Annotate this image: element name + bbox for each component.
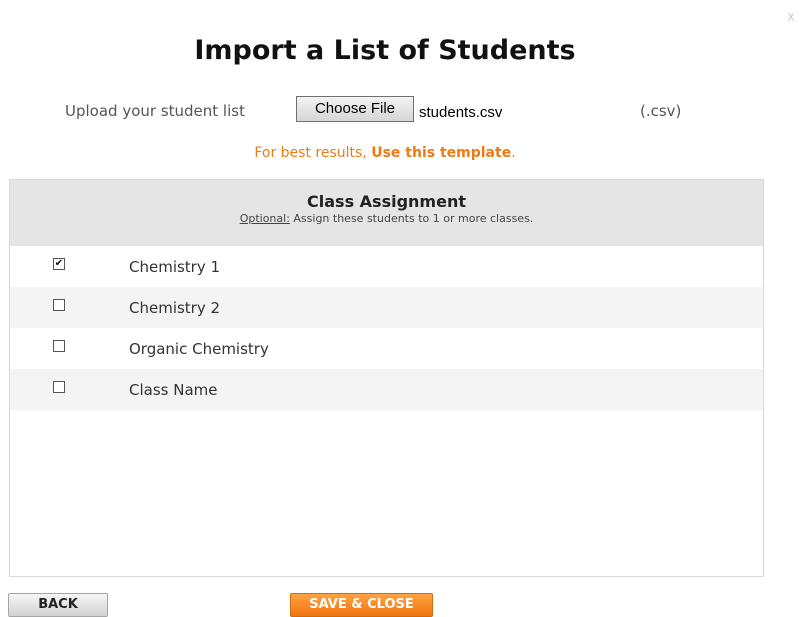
class-row[interactable]: Class Name [10,369,763,410]
class-assignment-panel: Class Assignment Optional: Assign these … [9,179,764,577]
class-label: Chemistry 2 [129,299,221,317]
save-and-close-button[interactable]: SAVE & CLOSE [290,593,433,617]
class-assignment-instructions: Optional: Assign these students to 1 or … [10,212,763,225]
upload-row: Upload your student list Choose File stu… [65,96,765,126]
optional-label: Optional: [239,212,290,225]
file-extension-hint: (.csv) [640,102,682,120]
class-row[interactable]: Organic Chemistry [10,328,763,369]
class-assignment-header: Class Assignment Optional: Assign these … [10,180,763,246]
class-label: Class Name [129,381,218,399]
class-checkbox[interactable] [53,381,65,393]
class-label: Organic Chemistry [129,340,269,358]
choose-file-button[interactable]: Choose File [296,96,414,122]
class-label: Chemistry 1 [129,258,221,276]
page-title: Import a List of Students [194,35,576,66]
template-prefix: For best results, [254,145,372,161]
class-checkbox[interactable] [53,340,65,352]
import-students-dialog: X Import a List of Students Upload your … [0,0,805,617]
use-template-link[interactable]: Use this template [371,145,511,161]
template-suffix: . [511,145,516,161]
selected-file-name: students.csv [419,104,503,121]
class-row[interactable]: Chemistry 2 [10,287,763,328]
class-row[interactable]: ✔ Chemistry 1 [10,246,763,287]
class-assignment-title: Class Assignment [307,192,466,211]
class-checkbox[interactable] [53,299,65,311]
template-hint: For best results, Use this template. [0,145,770,161]
back-button[interactable]: BACK [8,593,108,617]
instructions-text: Assign these students to 1 or more class… [289,212,534,225]
upload-label: Upload your student list [65,102,245,120]
close-icon[interactable]: X [782,9,800,27]
class-checkbox[interactable]: ✔ [53,258,65,270]
